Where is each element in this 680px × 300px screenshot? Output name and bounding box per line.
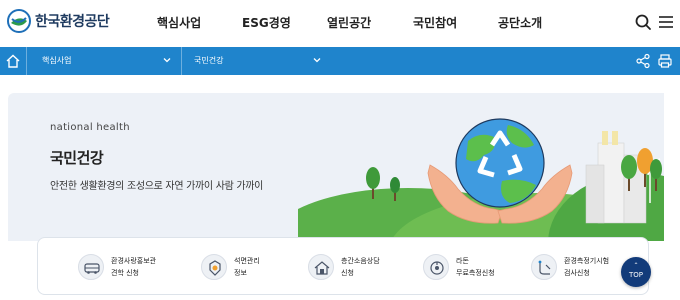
quick-link-label: 검사신청 xyxy=(564,269,590,277)
quick-link-eco-hall-tour[interactable]: 환경사랑홍보관 견학 신청 xyxy=(78,252,156,282)
home-icon[interactable] xyxy=(4,52,22,70)
asbestos-icon xyxy=(201,254,227,280)
quick-link-asbestos-info[interactable]: 석면관리 정보 xyxy=(201,252,260,282)
hero-banner: national health 국민건강 안전한 생활환경의 조성으로 자연 가… xyxy=(8,93,664,241)
quick-link-label: 환경사랑홍보관 xyxy=(111,257,157,265)
breadcrumb-level2[interactable]: 국민건강 xyxy=(194,55,223,66)
nav-item-about[interactable]: 공단소개 xyxy=(498,14,542,31)
hero-description: 안전한 생활환경의 조성으로 자연 가까이 사람 가까이 xyxy=(50,181,264,192)
chevron-down-icon[interactable] xyxy=(162,55,172,65)
quick-link-label: 환경측정기시험 xyxy=(564,257,610,265)
chevron-down-icon[interactable] xyxy=(312,55,322,65)
scroll-top-button[interactable]: ⌃ TOP xyxy=(621,257,651,287)
quick-links: 환경사랑홍보관 견학 신청 석면관리 정보 층간소음상담 신청 라돈 무료측정신… xyxy=(37,237,649,295)
house-icon xyxy=(308,254,334,280)
location-bar: 핵심사업 국민건강 xyxy=(0,47,680,75)
quick-link-noise-counsel[interactable]: 층간소음상담 신청 xyxy=(308,252,380,282)
quick-link-label: 층간소음상담 xyxy=(341,257,380,265)
location-divider xyxy=(26,47,27,75)
bus-icon xyxy=(78,254,104,280)
nav-item-participation[interactable]: 국민참여 xyxy=(413,14,457,31)
nav-item-esg[interactable]: ESG경영 xyxy=(242,14,291,31)
hero-subtitle: national health xyxy=(50,122,130,133)
quick-link-label: 석면관리 xyxy=(234,257,260,265)
quick-link-instrument-test[interactable]: 환경측정기시험 검사신청 xyxy=(531,252,609,282)
search-icon[interactable] xyxy=(634,13,652,31)
top-button-label: TOP xyxy=(628,271,643,279)
nav-item-open-space[interactable]: 열린공간 xyxy=(327,14,371,31)
nav-item-core-business[interactable]: 핵심사업 xyxy=(157,14,201,31)
location-divider xyxy=(181,47,182,75)
measure-icon xyxy=(531,254,557,280)
print-icon[interactable] xyxy=(657,53,673,69)
quick-link-label: 신청 xyxy=(341,269,354,277)
quick-link-label: 무료측정신청 xyxy=(456,269,495,277)
quick-link-radon-test[interactable]: 라돈 무료측정신청 xyxy=(423,252,495,282)
breadcrumb-level1[interactable]: 핵심사업 xyxy=(42,55,71,66)
site-header: 한국환경공단 핵심사업 ESG경영 열린공간 국민참여 공단소개 xyxy=(0,0,680,47)
main-nav: 핵심사업 ESG경영 열린공간 국민참여 공단소개 xyxy=(0,14,680,34)
quick-link-label: 정보 xyxy=(234,269,247,277)
quick-link-label: 라돈 xyxy=(456,257,469,265)
menu-icon[interactable] xyxy=(657,13,675,31)
page-title: 국민건강 xyxy=(50,149,104,167)
radon-icon xyxy=(423,254,449,280)
hero-illustration xyxy=(298,118,664,241)
chevron-up-icon: ⌃ xyxy=(633,262,639,269)
quick-link-label: 견학 신청 xyxy=(111,269,139,277)
share-icon[interactable] xyxy=(635,53,651,69)
